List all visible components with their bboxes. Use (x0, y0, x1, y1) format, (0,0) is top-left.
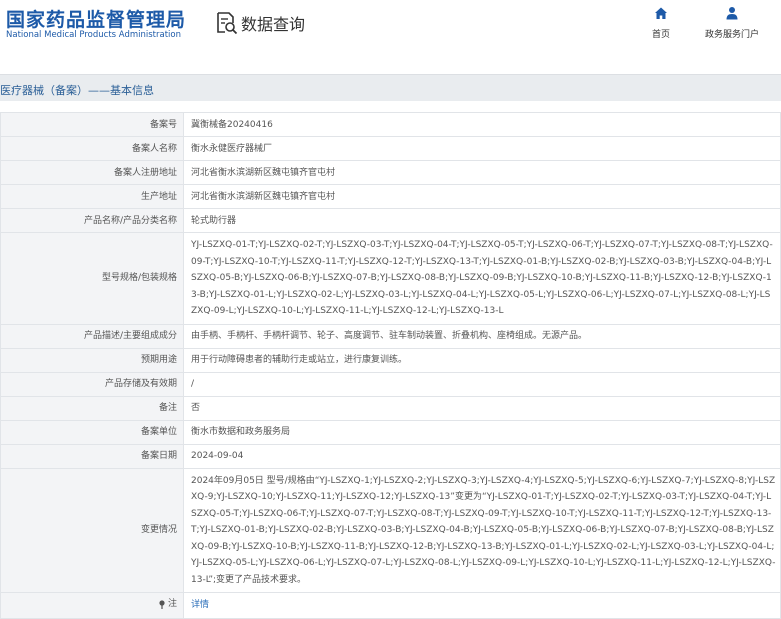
site-header: 国家药品监督管理局 National Medical Products Admi… (0, 0, 781, 58)
field-label: 型号规格/包装规格 (0, 232, 184, 325)
filing-no-value: 冀衡械备20240416 (183, 112, 781, 137)
detail-table: 备案号 冀衡械备20240416 备案人名称 衡水永健医疗器械厂 备案人注册地址… (0, 112, 781, 619)
filer-address-value: 河北省衡水滨湖新区魏屯镇齐官屯村 (183, 160, 781, 185)
row-filing-date: 备案日期 2024-09-04 (0, 443, 781, 469)
row-remark: 备注 否 (0, 395, 781, 421)
filing-date-value: 2024-09-04 (183, 443, 781, 469)
section-title: 医疗器械（备案）——基本信息 (0, 84, 154, 97)
section-header: 医疗器械（备案）——基本信息 (0, 74, 781, 101)
search-doc-icon (217, 12, 238, 35)
row-storage: 产品存储及有效期 / (0, 371, 781, 397)
nav-service-portal[interactable]: 政务服务门户 (700, 6, 764, 40)
row-filer-address: 备案人注册地址 河北省衡水滨湖新区魏屯镇齐官屯村 (0, 160, 781, 185)
row-product-name: 产品名称/产品分类名称 轮式助行器 (0, 208, 781, 233)
row-model-spec: 型号规格/包装规格 YJ-LSZXQ-01-T;YJ-LSZXQ-02-T;YJ… (0, 232, 781, 325)
field-label: 产品存储及有效期 (0, 371, 184, 397)
home-icon (655, 7, 667, 19)
pin-icon (159, 599, 165, 609)
field-label: 备案号 (0, 112, 184, 137)
row-filer-name: 备案人名称 衡水永健医疗器械厂 (0, 136, 781, 161)
row-description: 产品描述/主要组成成分 由手柄、手柄杆、手柄杆调节、轮子、高度调节、驻车制动装置… (0, 323, 781, 349)
change-history-value: 2024年09月05日 型号/规格由“YJ-LSZXQ-1;YJ-LSZXQ-2… (183, 467, 781, 593)
row-production-address: 生产地址 河北省衡水滨湖新区魏屯镇齐官屯村 (0, 184, 781, 209)
nav-home[interactable]: 首页 (649, 6, 673, 40)
page-heading: 数据查询 (214, 11, 305, 35)
field-label: 备案单位 (0, 419, 184, 445)
field-label: 变更情况 (0, 467, 184, 593)
product-name-value: 轮式助行器 (183, 208, 781, 233)
nav-home-label: 首页 (651, 30, 670, 40)
model-spec-value: YJ-LSZXQ-01-T;YJ-LSZXQ-02-T;YJ-LSZXQ-03-… (183, 232, 781, 325)
filer-name-value: 衡水永健医疗器械厂 (183, 136, 781, 161)
site-logo-chinese[interactable]: 国家药品监督管理局 (6, 5, 186, 32)
details-link[interactable]: 详情 (191, 600, 209, 610)
page-title: 数据查询 (241, 15, 306, 34)
field-label: 备案人名称 (0, 136, 184, 161)
row-note: 注 详情 (0, 592, 781, 619)
note-label-cell: 注 (0, 592, 184, 619)
note-value: 详情 (183, 592, 781, 619)
field-label: 产品描述/主要组成成分 (0, 323, 184, 349)
field-label: 备案日期 (0, 443, 184, 469)
user-icon (726, 7, 738, 20)
note-label: 注 (158, 597, 177, 611)
field-label: 产品名称/产品分类名称 (0, 208, 184, 233)
production-address-value: 河北省衡水滨湖新区魏屯镇齐官屯村 (183, 184, 781, 209)
note-label-text: 注 (167, 599, 177, 609)
filing-unit-value: 衡水市数据和政务服务局 (183, 419, 781, 445)
row-intended-use: 预期用途 用于行动障碍患者的辅助行走或站立，进行康复训练。 (0, 347, 781, 373)
row-change-history: 变更情况 2024年09月05日 型号/规格由“YJ-LSZXQ-1;YJ-LS… (0, 467, 781, 593)
field-label: 预期用途 (0, 347, 184, 373)
row-filing-no: 备案号 冀衡械备20240416 (0, 112, 781, 137)
remark-value: 否 (183, 395, 781, 421)
field-label: 备案人注册地址 (0, 160, 184, 185)
field-label: 生产地址 (0, 184, 184, 209)
site-logo-english[interactable]: National Medical Products Administration (6, 30, 181, 40)
description-value: 由手柄、手柄杆、手柄杆调节、轮子、高度调节、驻车制动装置、折叠机构、座椅组成。无… (183, 323, 781, 349)
field-label: 备注 (0, 395, 184, 421)
storage-value: / (183, 371, 781, 397)
intended-use-value: 用于行动障碍患者的辅助行走或站立，进行康复训练。 (183, 347, 781, 373)
nav-service-portal-label: 政务服务门户 (704, 30, 759, 40)
row-filing-unit: 备案单位 衡水市数据和政务服务局 (0, 419, 781, 445)
